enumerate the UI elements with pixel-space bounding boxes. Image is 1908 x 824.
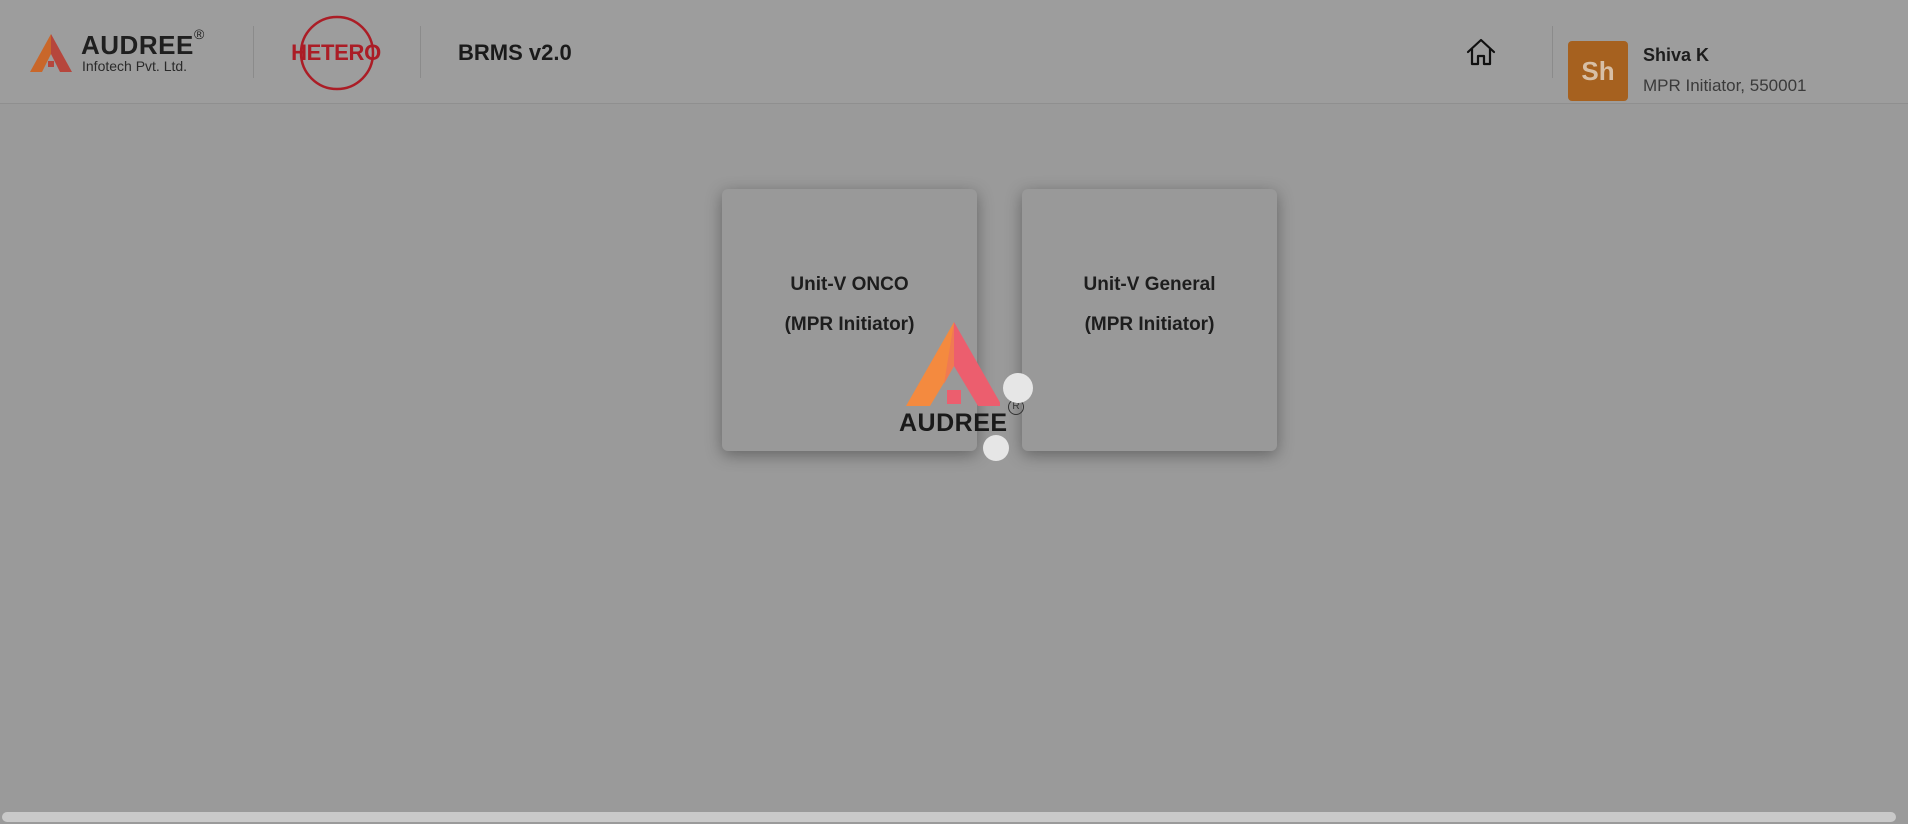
unit-card-general[interactable]: Unit-V General (MPR Initiator) — [1022, 189, 1277, 451]
scrollbar-thumb[interactable] — [2, 812, 1896, 822]
hetero-logo-text: HETERO — [291, 40, 381, 65]
loading-dot — [1003, 373, 1033, 403]
header-divider — [420, 26, 421, 78]
brand-registered-mark: ® — [194, 26, 205, 42]
audree-logo[interactable]: AUDREE ® Infotech Pvt. Ltd. — [30, 26, 210, 78]
app-title: BRMS v2.0 — [458, 40, 572, 65]
unit-card-role: (MPR Initiator) — [1084, 314, 1215, 335]
user-name: Shiva K — [1643, 45, 1710, 65]
unit-card-role: (MPR Initiator) — [784, 314, 915, 335]
loader-logo-mark — [906, 322, 1000, 406]
horizontal-scrollbar[interactable] — [0, 810, 1908, 824]
home-button[interactable] — [1462, 34, 1500, 70]
brand-name: AUDREE — [81, 30, 194, 60]
top-header: AUDREE ® Infotech Pvt. Ltd. HETERO BRMS … — [0, 0, 1908, 104]
loading-dot — [983, 435, 1009, 461]
audree-logo-mark — [30, 34, 72, 72]
header-divider — [1552, 26, 1553, 78]
unit-card-title: Unit-V General — [1083, 274, 1216, 295]
loader-word: AUDREE — [899, 409, 1008, 437]
header-divider — [253, 26, 254, 78]
unit-card-title: Unit-V ONCO — [790, 274, 909, 295]
brand-subtitle: Infotech Pvt. Ltd. — [82, 58, 188, 74]
home-icon — [1466, 38, 1496, 66]
user-role: MPR Initiator, 550001 — [1643, 76, 1807, 95]
avatar[interactable]: Sh — [1568, 41, 1628, 101]
hetero-logo: HETERO — [288, 13, 384, 91]
